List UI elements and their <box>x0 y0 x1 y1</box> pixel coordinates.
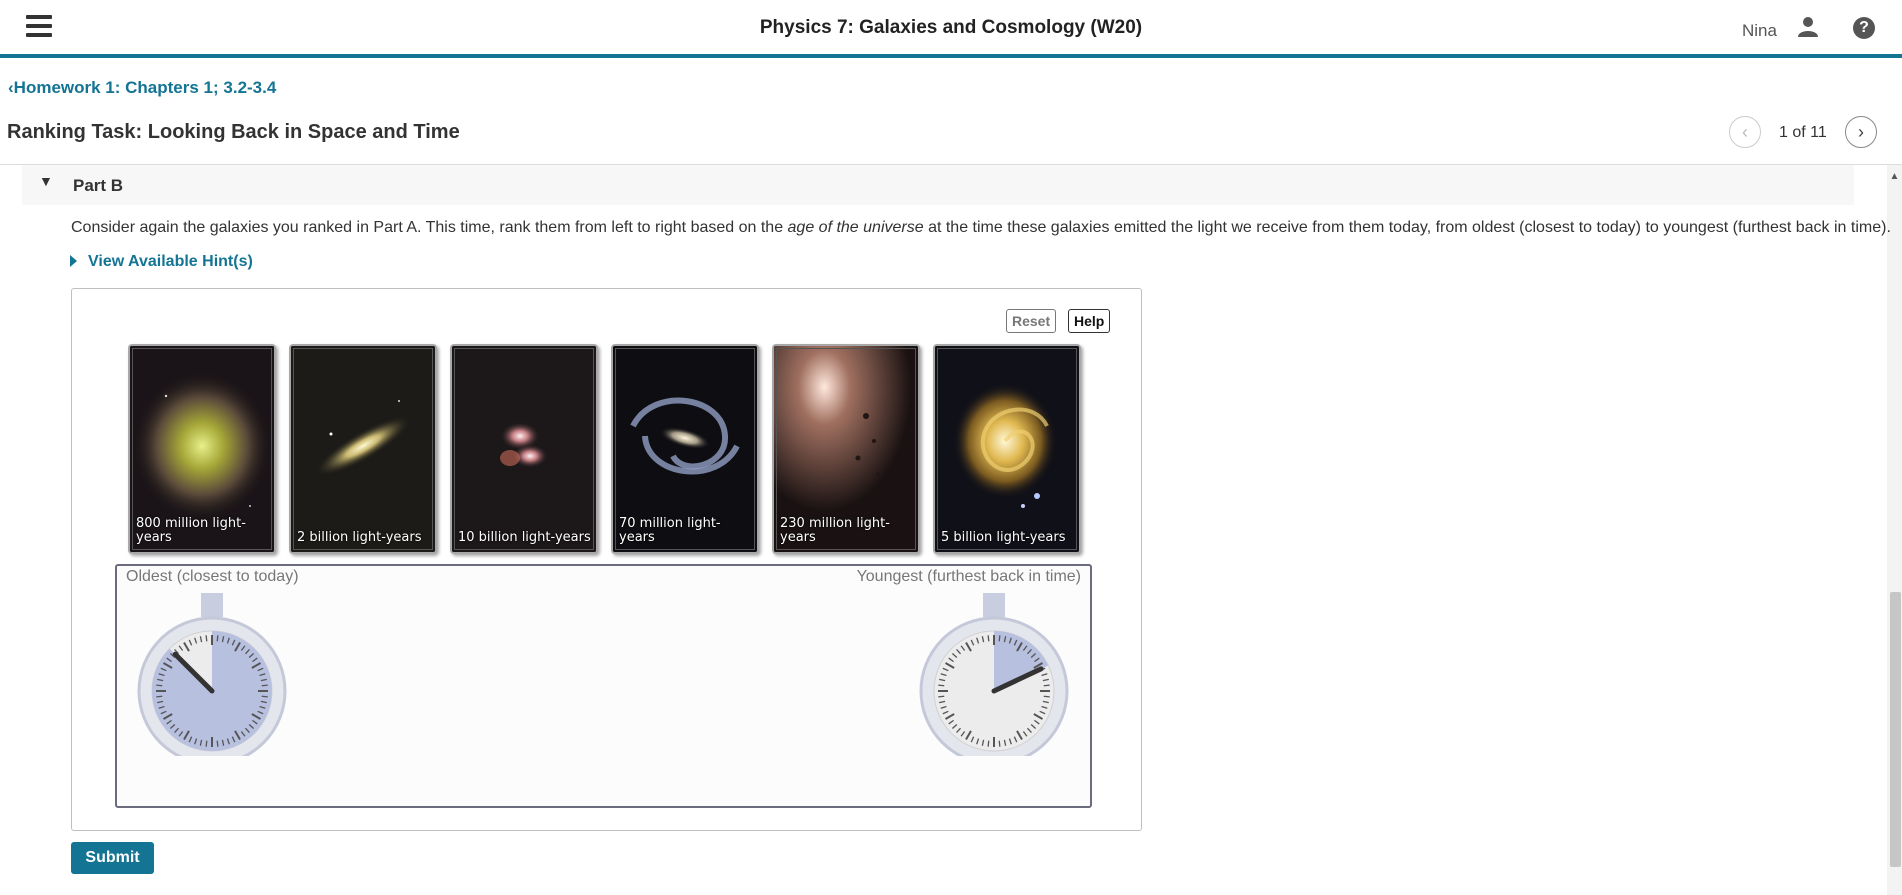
stopwatch-tick <box>998 740 1001 747</box>
reset-button[interactable]: Reset <box>1006 309 1057 333</box>
view-hints-link[interactable]: View Available Hint(s) <box>70 253 253 271</box>
galaxy-card[interactable]: 10 billion light-years <box>450 344 598 554</box>
breadcrumb-label: Homework 1: Chapters 1; 3.2-3.4 <box>13 78 277 97</box>
caret-down-icon[interactable]: ▼ <box>39 173 53 189</box>
youngest-label: Youngest (furthest back in time) <box>856 568 1081 585</box>
stopwatch-tick <box>987 740 990 747</box>
card-frame <box>454 348 594 550</box>
caret-right-icon <box>70 255 77 267</box>
stopwatch-tick <box>156 684 163 687</box>
help-button[interactable]: Help <box>1068 309 1111 333</box>
app-title: Physics 7: Galaxies and Cosmology (W20) <box>759 17 1143 38</box>
stopwatch-tick <box>261 695 268 698</box>
part-title: Part B <box>73 176 124 195</box>
oldest-label: Oldest (closest to today) <box>126 568 299 585</box>
hint-label: View Available Hint(s) <box>88 253 253 270</box>
galaxy-card-label: 5 billion light-years <box>941 530 1066 545</box>
galaxy-card[interactable]: 70 million light-years <box>611 344 759 554</box>
stopwatch-tick <box>216 740 219 747</box>
chevron-left-icon: ‹ <box>1742 122 1748 142</box>
scroll-thumb[interactable] <box>1890 592 1901 867</box>
galaxy-card-label: 2 billion light-years <box>297 530 422 545</box>
galaxy-card[interactable]: 2 billion light-years <box>289 344 437 554</box>
pager-count: 1 of 11 <box>1779 124 1827 141</box>
ranking-widget: Reset Help 800 million light-years 2 bil… <box>71 288 1142 831</box>
part-header[interactable]: ▼ Part B <box>22 165 1854 205</box>
top-bar: Physics 7: Galaxies and Cosmology (W20) … <box>0 0 1902 58</box>
stopwatch-button <box>983 593 1005 617</box>
ranking-drop-zone[interactable]: Oldest (closest to today) Youngest (furt… <box>115 564 1092 808</box>
stopwatch-tick <box>998 635 1001 642</box>
previous-item-button[interactable]: ‹ <box>1729 116 1761 148</box>
galaxy-card-label: 230 million light-years <box>780 516 890 545</box>
stopwatch-tick <box>938 695 945 698</box>
stopwatch-tick <box>987 635 990 642</box>
stopwatch-button <box>201 593 223 617</box>
galaxy-card[interactable]: 800 million light-years <box>128 344 276 554</box>
user-icon[interactable] <box>1797 16 1819 38</box>
breadcrumb[interactable]: ‹Homework 1: Chapters 1; 3.2-3.4 <box>8 78 276 98</box>
submit-button[interactable]: Submit <box>71 842 154 874</box>
galaxy-card-label: 800 million light-years <box>136 516 246 545</box>
page-title: Ranking Task: Looking Back in Space and … <box>7 121 460 143</box>
chevron-right-icon: › <box>1858 122 1864 142</box>
stopwatch-oldest-icon <box>137 593 287 756</box>
galaxy-card[interactable]: 5 billion light-years <box>933 344 1081 554</box>
question-text: Consider again the galaxies you ranked i… <box>71 219 1891 236</box>
card-frame <box>937 348 1077 550</box>
stopwatch-tick <box>1043 695 1050 698</box>
user-name[interactable]: Nina <box>1742 21 1777 41</box>
card-frame <box>293 348 433 550</box>
help-icon[interactable]: ? <box>1853 17 1875 39</box>
galaxy-card-label: 10 billion light-years <box>458 530 591 545</box>
stopwatch-youngest-icon <box>919 593 1069 756</box>
stopwatch-tick <box>1043 684 1050 687</box>
scroll-up-icon[interactable]: ▲ <box>1887 171 1902 183</box>
stopwatch-tick <box>205 635 208 642</box>
stopwatch-tick <box>156 695 163 698</box>
scrollbar[interactable]: ▲ <box>1887 165 1902 895</box>
stopwatch-tick <box>261 684 268 687</box>
galaxy-card-label: 70 million light-years <box>619 516 721 545</box>
next-item-button[interactable]: › <box>1845 116 1877 148</box>
stopwatch-tick <box>216 635 219 642</box>
stopwatch-tick <box>205 740 208 747</box>
stopwatch-tick <box>938 684 945 687</box>
galaxy-card[interactable]: 230 million light-years <box>772 344 920 554</box>
